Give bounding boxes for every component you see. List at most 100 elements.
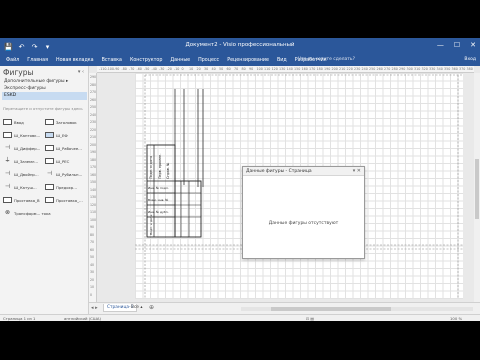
shape-item[interactable]: ⊣ Ш_Двойнр… (3, 171, 39, 177)
ruler-tick-label: 300 (406, 67, 413, 71)
ribbon-tab[interactable]: Рецензирование (223, 57, 273, 64)
shape-item[interactable]: Проставка_В (3, 197, 40, 203)
all-pages-button[interactable]: Все ▴ (131, 305, 142, 310)
shape-icon (45, 158, 54, 164)
vertical-scroll-thumb[interactable] (475, 159, 479, 219)
shape-item[interactable]: Ш_Рабочее… (45, 145, 82, 151)
ruler-tick-label: 240 (361, 67, 368, 71)
stencil-eskd[interactable]: ESKD (2, 92, 87, 100)
shape-icon (3, 197, 12, 203)
shape-icon (45, 119, 54, 125)
shape-icon: ⊣ (4, 144, 11, 151)
shape-item[interactable]: Предохр… (45, 184, 77, 190)
status-page-count[interactable]: Страница 1 из 1 (3, 316, 35, 321)
ruler-tick-label: -40 (151, 67, 157, 71)
ruler-tick-label: 100 (90, 217, 97, 222)
ribbon-tab[interactable]: Главная (23, 57, 52, 64)
ruler-tick-label: 370 (459, 67, 466, 71)
ribbon-tab[interactable]: Вид (273, 57, 291, 64)
ribbon-tab[interactable]: Новая вкладка (52, 57, 98, 64)
status-language[interactable]: английский (США) (64, 316, 101, 321)
shape-item[interactable]: Проставка_… (45, 197, 83, 203)
ruler-tick-label: 120 (271, 67, 278, 71)
shape-item[interactable]: ⏚ Ш_Заземл… (3, 158, 38, 164)
maximize-button[interactable]: ☐ (454, 41, 460, 49)
ribbon-tab[interactable]: Конструктор (126, 57, 166, 64)
shape-item-label: Ш_Катуш… (14, 184, 37, 190)
shape-item[interactable]: Ш_PEC (45, 158, 69, 164)
ruler-tick-label: 260 (90, 97, 97, 102)
ruler-tick-label: 20 (196, 67, 201, 71)
ruler-tick-label: 340 (436, 67, 443, 71)
ruler-tick-label: 380 (466, 67, 473, 71)
sign-in-link[interactable]: Вход (464, 57, 476, 62)
vertical-ruler[interactable]: 290 280 270 260 250 240 230 220 210 200 190 180 170 1… (89, 73, 97, 302)
stamp-cell: Взам. инв. № (148, 198, 168, 202)
shape-icon (45, 197, 54, 203)
shape-item-label: Ш_Рабочее… (56, 145, 82, 151)
page-navigation[interactable]: ◂ ▸ (91, 305, 98, 311)
shape-item-label: Ш_Кантовк… (14, 132, 41, 138)
ribbon-tab[interactable]: Файл (2, 57, 23, 64)
ribbon-tab[interactable]: Процесс (194, 57, 223, 64)
ruler-tick-label: 60 (226, 67, 231, 71)
shape-data-controls[interactable]: ▾ ✕ (353, 168, 361, 174)
ruler-tick-label: 190 (90, 150, 97, 154)
shapes-panel-title: Фигуры (3, 68, 34, 77)
shape-item-label: Предохр… (56, 184, 78, 190)
ruler-tick-label: -70 (129, 67, 135, 71)
ruler-tick-label: 40 (90, 262, 95, 267)
shape-icon: ⊣ (4, 183, 11, 190)
fit-page-icons[interactable]: ⊡ ▤ (306, 316, 314, 321)
add-page-icon[interactable]: ⊕ (149, 304, 154, 311)
shape-item-label: Ш_Двойнр… (14, 171, 39, 177)
stamp-cell: Инв. № дубл. (148, 210, 169, 214)
ruler-tick-label: 130 (279, 67, 286, 71)
ruler-tick-label: 350 (444, 67, 451, 71)
ruler-tick-label: 220 (346, 67, 353, 71)
shapes-panel: Фигуры ▾ ‹ Дополнительные фигуры ▸ Экспр… (0, 66, 89, 314)
ruler-tick-label: 170 (309, 67, 316, 71)
zoom-level[interactable]: 100 % (450, 316, 462, 321)
ruler-tick-label: 140 (286, 67, 293, 71)
ruler-tick-label: 170 (90, 165, 97, 169)
ruler-tick-label: -90 (114, 67, 120, 71)
ruler-tick-label: 110 (264, 67, 271, 71)
shape-item[interactable]: Ш_Кантовк… (3, 132, 40, 138)
shape-icon (3, 132, 12, 138)
ruler-tick-label: -20 (166, 67, 172, 71)
shape-icon: ⏚ (4, 157, 11, 164)
shape-data-header[interactable]: Данные фигуры - Страница ▾ ✕ (243, 167, 364, 176)
shape-item-label: Ш_PEC (56, 158, 70, 164)
ruler-tick-label: 70 (234, 67, 239, 71)
shape-icon (45, 184, 54, 190)
stamp-cell: Подп. и дата (149, 214, 153, 235)
shape-icon: ⊣ (4, 170, 11, 177)
ruler-tick-label: -30 (159, 67, 165, 71)
shapes-panel-controls[interactable]: ▾ ‹ (78, 69, 84, 75)
window-title: Документ2 - Visio профессиональный (185, 42, 295, 48)
horizontal-ruler[interactable]: -110 -100 -90 -80 -70 -60 -50 -40 -30 -20 -10 0 10 20… (97, 66, 474, 73)
ruler-tick-label: 110 (90, 210, 97, 214)
shape-item[interactable]: ⊣ Ш_Катуш… (3, 184, 37, 190)
vertical-scrollbar[interactable] (474, 73, 480, 302)
shape-item[interactable]: Ввод (3, 119, 24, 125)
ruler-tick-label: 310 (414, 67, 421, 71)
ribbon-tab[interactable]: Вставка (98, 57, 126, 64)
tell-me-box[interactable]: Что вы хотите сделать? (298, 57, 355, 62)
shape-item[interactable]: Ш_ЕФ (45, 132, 68, 138)
shape-item[interactable]: ⊣ Ш_Диффер… (3, 144, 41, 151)
close-button[interactable]: ✕ (470, 41, 476, 49)
more-shapes-menu[interactable]: Дополнительные фигуры ▸ (4, 79, 68, 84)
quick-shapes-item[interactable]: Экспресс-фигуры (4, 86, 46, 91)
minimize-button[interactable]: — (437, 41, 444, 49)
ribbon-tab[interactable]: Данные (166, 57, 194, 64)
horizontal-scrollbar[interactable] (241, 307, 473, 311)
shape-item[interactable]: Заголовок (45, 119, 77, 125)
horizontal-scroll-thumb[interactable] (271, 307, 391, 311)
ruler-tick-label: 210 (339, 67, 346, 71)
shape-icon (3, 119, 12, 125)
no-shape-data-message: Данные фигуры отсутствуют (268, 221, 339, 226)
shape-item[interactable]: ⊣ Ш_Рубильн… (45, 171, 82, 177)
shape-item[interactable]: ⊗ Трансформ… тока (3, 210, 51, 216)
